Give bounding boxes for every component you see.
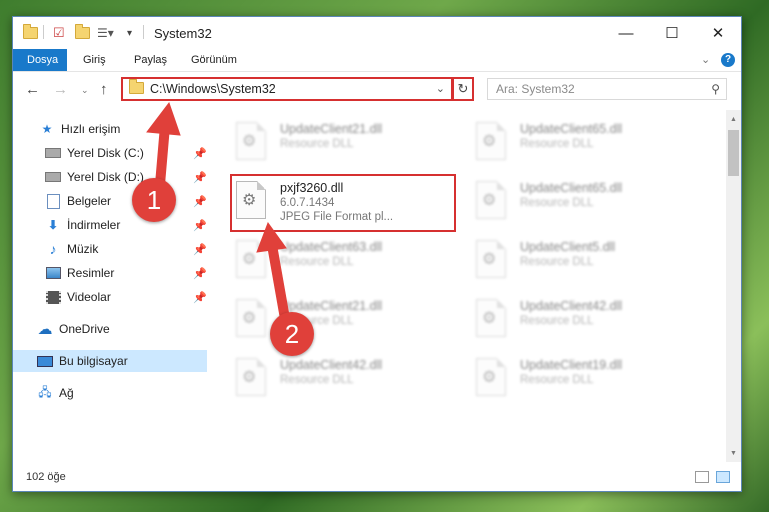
callout-badge-2: 2	[270, 312, 314, 356]
arrow-head-icon	[256, 221, 287, 253]
arrow-head-icon	[146, 101, 181, 136]
callout-arrows	[146, 101, 292, 335]
callout-badge-1: 1	[132, 178, 176, 222]
